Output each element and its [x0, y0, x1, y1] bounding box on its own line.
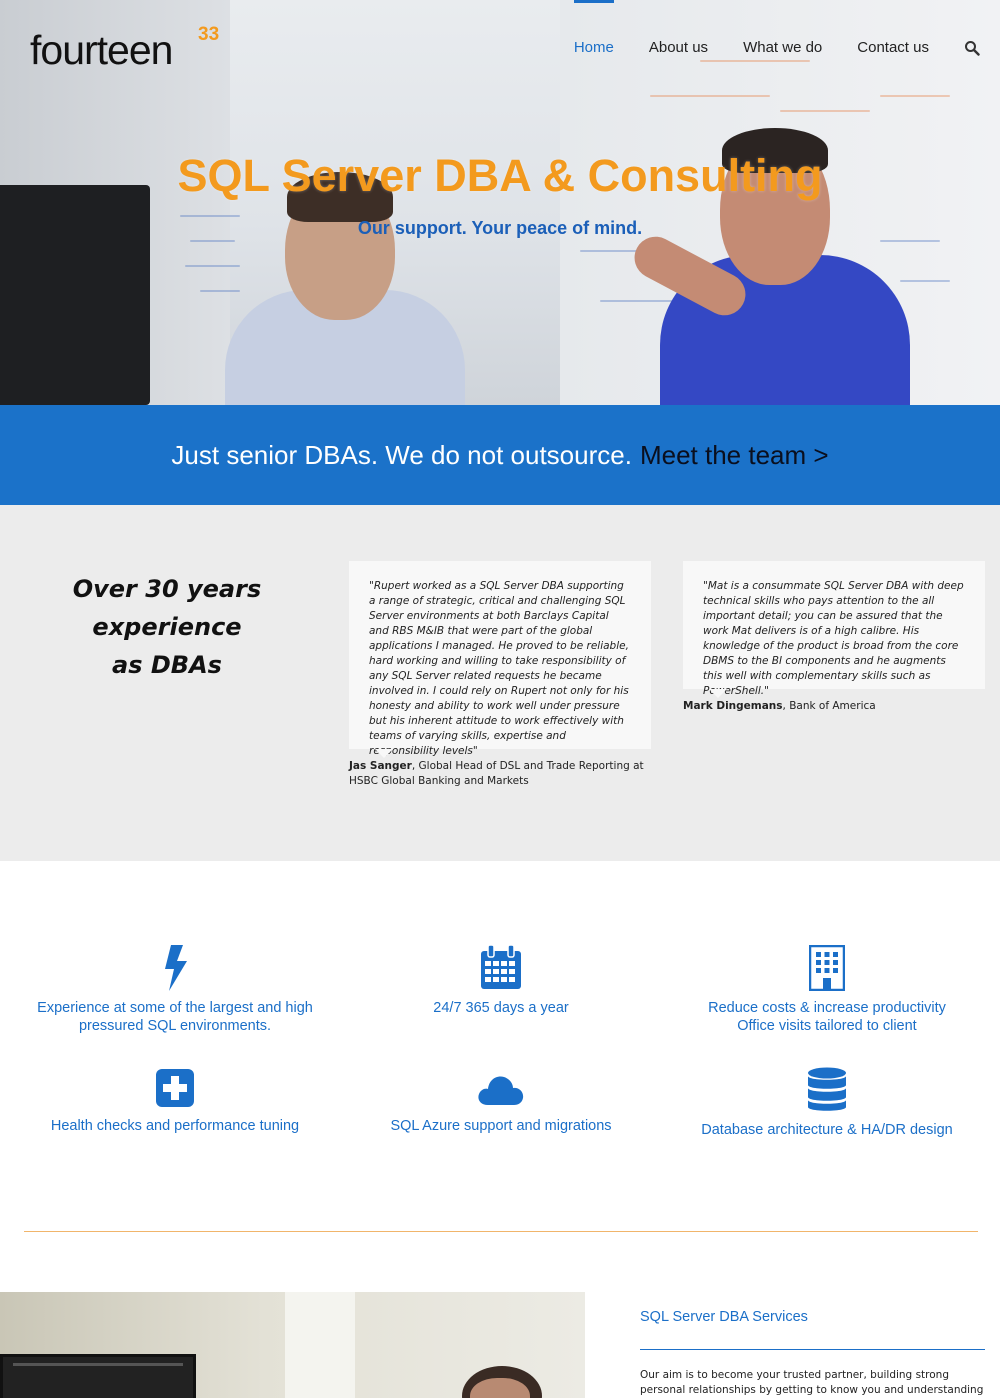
feature-health-checks: Health checks and performance tuning — [25, 1067, 325, 1135]
database-icon — [808, 1067, 846, 1111]
experience-heading: Over 30 years experience as DBAs — [72, 575, 262, 679]
meet-the-team-link[interactable]: Meet the team > — [640, 440, 829, 471]
cloud-icon — [478, 1076, 524, 1105]
office-photo — [0, 1292, 585, 1398]
testimonial-quote: "Rupert worked as a SQL Server DBA suppo… — [349, 561, 651, 758]
team-banner-text: Just senior DBAs. We do not outsource. — [171, 439, 632, 470]
lightning-icon — [165, 945, 187, 991]
team-banner: Just senior DBAs. We do not outsource. M… — [0, 405, 1000, 505]
testimonial-author: Jas Sanger, Global Head of DSL and Trade… — [349, 760, 644, 787]
feature-experience: Experience at some of the largest and hi… — [25, 945, 325, 1035]
testimonials-section: Over 30 years experience as DBAs "Rupert… — [0, 505, 1000, 861]
services-title[interactable]: SQL Server DBA Services — [640, 1309, 808, 1325]
nav-contact-us[interactable]: Contact us — [857, 0, 929, 96]
services-text: Our aim is to become your trusted partne… — [640, 1369, 984, 1396]
testimonial-quote: "Mat is a consummate SQL Server DBA with… — [683, 561, 985, 698]
nav-what-we-do[interactable]: What we do — [743, 0, 822, 96]
feature-azure: SQL Azure support and migrations — [351, 1067, 651, 1135]
calendar-icon — [481, 945, 521, 989]
feature-availability: 24/7 365 days a year — [351, 945, 651, 1017]
feature-architecture: Database architecture & HA/DR design — [677, 1067, 977, 1139]
nav-home[interactable]: Home — [573, 0, 614, 96]
building-icon — [809, 945, 845, 991]
feature-costs: Reduce costs & increase productivity Off… — [677, 945, 977, 1035]
logo-superscript: 33 — [198, 24, 220, 45]
office-monitor — [0, 1354, 196, 1398]
site-logo[interactable]: fourteen 33 — [30, 24, 219, 74]
logo-wordmark: fourteen — [30, 27, 173, 73]
main-nav: Home About us What we do Contact us — [539, 0, 980, 96]
section-divider — [24, 1231, 978, 1232]
hero-subtitle: Our support. Your peace of mind. — [357, 218, 643, 238]
testimonial-author: Mark Dingemans, Bank of America — [683, 700, 876, 712]
search-icon[interactable] — [964, 40, 980, 56]
hero-title: SQL Server DBA & Consulting — [177, 150, 823, 201]
nav-about-us[interactable]: About us — [649, 0, 708, 96]
services-divider — [640, 1349, 985, 1350]
hero-banner: fourteen 33 Home About us What we do Con… — [0, 0, 1000, 405]
plus-square-icon — [156, 1069, 194, 1107]
